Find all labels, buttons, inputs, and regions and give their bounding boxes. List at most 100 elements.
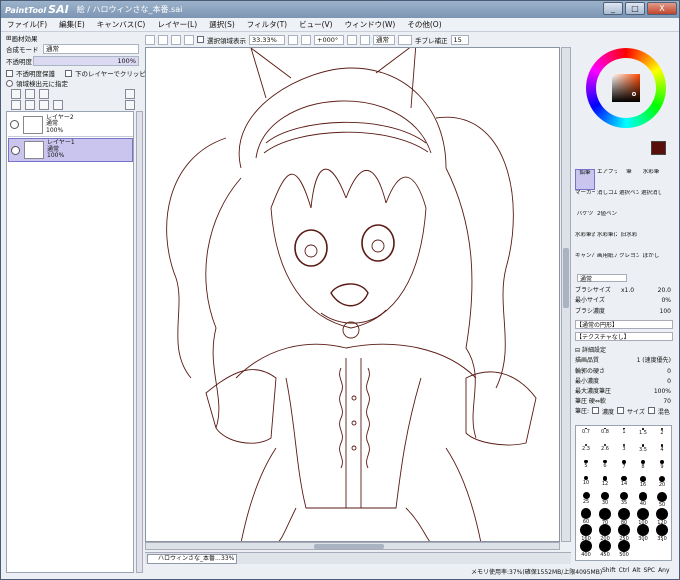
min-density-row[interactable]: 最小濃度 0 <box>575 377 673 386</box>
clear-layer-icon[interactable] <box>39 100 49 110</box>
angle-field[interactable]: +000° <box>314 34 344 45</box>
menu-item[interactable]: フィルタ(T) <box>241 19 293 30</box>
brush-size-preset[interactable]: 100 <box>635 508 651 526</box>
zoom-in-icon[interactable] <box>184 34 194 45</box>
max-pressure-row[interactable]: 最大濃度筆圧 100% <box>575 387 673 396</box>
brush-size-preset[interactable]: 2 <box>654 428 670 442</box>
tool-button[interactable]: 水彩筆(2) <box>597 232 617 253</box>
edge-hardness-row[interactable]: 輪郭の硬さ 0 <box>575 367 673 376</box>
lock-opacity-check[interactable]: 不透明度保護 <box>6 68 55 78</box>
menu-item[interactable]: ファイル(F) <box>1 19 53 30</box>
tool-button[interactable]: 水彩筆消し <box>575 232 595 253</box>
brush-size-preset[interactable]: 12 <box>597 476 613 490</box>
merge-down-icon[interactable] <box>25 100 35 110</box>
apply-mask-icon[interactable] <box>125 100 135 110</box>
scroll-thumb[interactable] <box>563 248 569 308</box>
brush-size-preset[interactable]: 70 <box>597 508 613 526</box>
menu-item[interactable]: ビュー(V) <box>293 19 338 30</box>
tool-button[interactable]: 筆 <box>619 169 639 190</box>
brush-size-preset[interactable]: 80 <box>616 508 632 526</box>
brush-size-preset[interactable]: 60 <box>578 508 594 525</box>
show-selection-toggle[interactable]: 選択領域表示 <box>197 35 246 45</box>
brush-mode-select[interactable]: 通常 <box>577 274 627 283</box>
scroll-thumb[interactable] <box>314 544 384 549</box>
deselect-icon[interactable] <box>145 34 155 45</box>
tool-button[interactable]: 消しゴム <box>597 190 617 211</box>
brush-size-preset[interactable]: 40 <box>635 492 651 507</box>
eye-icon[interactable] <box>11 145 20 155</box>
brush-size-preset[interactable]: 25 <box>578 492 594 506</box>
tool-button[interactable]: ぼかし <box>641 253 661 274</box>
flip-icon[interactable] <box>347 34 357 45</box>
brush-size-preset[interactable] <box>654 540 670 554</box>
color-picker-dot[interactable] <box>632 92 636 96</box>
brush-size-preset[interactable]: 6 <box>597 460 613 474</box>
invert-icon[interactable] <box>158 34 168 45</box>
brush-size-preset[interactable]: 160 <box>578 524 594 542</box>
min-size-row[interactable]: 最小サイズ 0% <box>575 296 673 305</box>
brush-size-preset[interactable]: 500 <box>616 540 632 558</box>
layer-item-selected[interactable]: レイヤー1 通常 100% <box>8 138 133 162</box>
tool-button[interactable]: クレヨン <box>619 253 639 274</box>
material-effects-section[interactable]: ⊞ 画材効果 <box>6 33 37 43</box>
tool-button[interactable]: バケツ <box>575 211 595 232</box>
blend-mode-select[interactable]: 通常 <box>43 44 139 54</box>
brush-size-preset[interactable]: 3.5 <box>635 444 651 458</box>
layer-item[interactable]: レイヤー2 通常 100% <box>8 113 133 137</box>
brush-size-preset[interactable]: 7 <box>616 460 632 474</box>
brush-size-preset[interactable]: 250 <box>616 524 632 542</box>
tool-button[interactable]: キャンバスアクリル <box>575 253 595 274</box>
brush-size-preset[interactable]: 30 <box>597 492 613 506</box>
tool-button[interactable]: 選択消し <box>641 190 661 211</box>
brush-size-row[interactable]: ブラシサイズ x1.0 20.0 <box>575 286 673 295</box>
brush-size-preset[interactable]: 35 <box>616 492 632 506</box>
detail-settings-toggle[interactable]: ⊟ 詳細設定 <box>575 346 673 355</box>
menu-item[interactable]: ウィンドウ(W) <box>339 19 402 30</box>
tool-button[interactable] <box>641 232 661 253</box>
drawing-canvas[interactable] <box>145 47 560 542</box>
brush-size-preset[interactable]: 14 <box>616 476 632 490</box>
brush-size-preset[interactable]: 3 <box>616 444 632 458</box>
main-color-swatch[interactable] <box>651 141 666 155</box>
brush-size-preset[interactable]: 20 <box>654 476 670 490</box>
menu-item[interactable]: 編集(E) <box>53 19 91 30</box>
minimize-button[interactable]: _ <box>603 2 623 15</box>
brush-size-preset[interactable]: 50 <box>654 492 670 508</box>
zoom-field[interactable]: 33.33% <box>249 34 285 45</box>
new-linework-layer-icon[interactable] <box>25 89 35 99</box>
zoom-out-icon[interactable] <box>171 34 181 45</box>
brush-size-preset[interactable] <box>635 540 651 554</box>
brush-size-preset[interactable]: 0.7 <box>578 428 594 442</box>
brush-mode-row[interactable]: 通常 <box>575 274 673 283</box>
brush-size-preset[interactable]: 4 <box>654 444 670 458</box>
tool-button[interactable]: 選択ペン <box>619 190 639 211</box>
display-mode-select[interactable]: 通常 <box>373 34 395 45</box>
brush-size-preset[interactable]: 120 <box>654 508 670 526</box>
saturation-value-box[interactable] <box>612 74 640 102</box>
new-layer-icon[interactable] <box>11 89 21 99</box>
brush-size-preset[interactable]: 5 <box>578 460 594 474</box>
pressure-density-check[interactable]: 濃度 <box>592 407 614 416</box>
brush-size-preset[interactable]: 300 <box>635 524 651 542</box>
new-folder-icon[interactable] <box>39 89 49 99</box>
mode-dropdown-icon[interactable] <box>398 34 412 45</box>
stabilizer-select[interactable]: 15 <box>450 34 469 45</box>
selection-source-check[interactable]: 領域検出元に指定 <box>6 78 68 88</box>
trash-icon[interactable] <box>53 100 63 110</box>
brush-size-preset[interactable]: 1 <box>616 428 632 442</box>
brush-size-preset[interactable]: 200 <box>597 524 613 542</box>
title-bar[interactable]: PaintTool SAI 絵 / ハロウィンさな_本番.sai _ □ X <box>1 1 679 18</box>
eye-icon[interactable] <box>10 120 19 129</box>
brush-density-row[interactable]: ブラシ濃度 100 <box>575 307 673 316</box>
layer-mask-icon[interactable] <box>125 89 135 99</box>
tool-button[interactable]: 鉛筆 <box>575 169 595 190</box>
tool-button[interactable]: 画用紙アクリル <box>597 253 617 274</box>
brush-size-preset[interactable]: 10 <box>578 476 594 490</box>
rotate-left-icon[interactable] <box>288 34 298 45</box>
quality-row[interactable]: 描画品質 1 (速度優先) <box>575 356 673 365</box>
menu-item[interactable]: レイヤー(L) <box>151 19 203 30</box>
brush-size-preset[interactable]: 9 <box>654 460 670 474</box>
texture-select[interactable]: 【テクスチャなし】 <box>575 332 673 341</box>
canvas-horizontal-scrollbar[interactable] <box>145 542 560 550</box>
brush-shape-select[interactable]: 【通常の円形】 <box>575 320 673 329</box>
